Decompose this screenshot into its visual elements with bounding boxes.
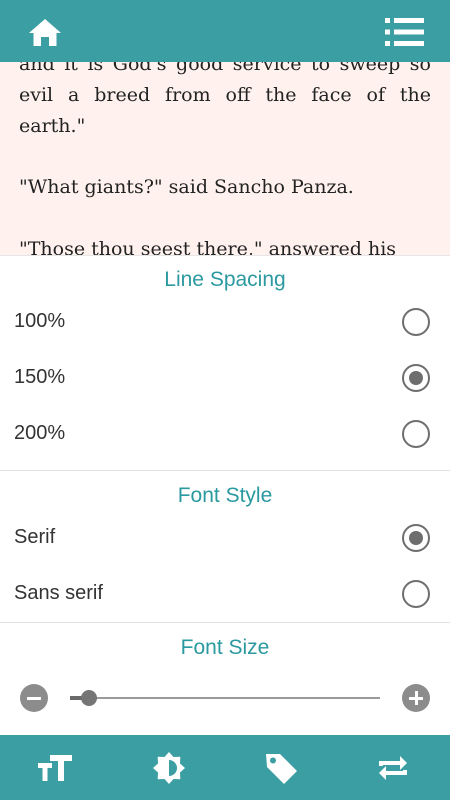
decrease-font-button[interactable] [20, 684, 48, 712]
top-app-bar [0, 0, 450, 62]
option-label: 100% [14, 310, 66, 332]
option-label: Sans serif [14, 582, 103, 604]
divider [0, 622, 450, 623]
home-button[interactable] [24, 14, 66, 50]
line-spacing-title: Line Spacing [164, 268, 286, 291]
radio-button[interactable] [402, 580, 430, 608]
increase-font-button[interactable] [402, 684, 430, 712]
font-style-option-serif[interactable]: Serif [0, 510, 450, 566]
minus-circle-icon [27, 696, 41, 700]
reader-text-area[interactable]: and it is God's good service to sweep so… [0, 62, 450, 255]
font-size-title: Font Size [180, 636, 270, 659]
radio-button-selected[interactable] [402, 364, 430, 392]
font-style-option-sans-serif[interactable]: Sans serif [0, 566, 450, 622]
menu-button[interactable] [382, 14, 428, 50]
line-spacing-option-150[interactable]: 150% [0, 350, 450, 406]
tag-icon [266, 754, 297, 784]
option-label: 150% [14, 366, 66, 388]
reading-settings-panel: Line Spacing 100% 150% 200% Font Style S… [0, 255, 450, 735]
text-size-button[interactable] [36, 749, 76, 787]
slider-thumb[interactable] [80, 690, 97, 706]
reader-paragraph: and it is God's good service to sweep so… [19, 62, 431, 137]
font-size-slider[interactable] [70, 690, 380, 706]
tag-button[interactable] [261, 749, 301, 787]
option-label: 200% [14, 422, 66, 444]
repeat-icon [379, 756, 407, 780]
radio-button-selected[interactable] [402, 524, 430, 552]
brightness-button[interactable] [149, 749, 189, 787]
radio-button[interactable] [402, 420, 430, 448]
bottom-toolbar [0, 735, 450, 800]
home-icon [29, 19, 61, 46]
brightness-icon [153, 752, 185, 784]
repeat-button[interactable] [373, 749, 413, 787]
reader-paragraph: "What giants?" said Sancho Panza. [19, 176, 354, 198]
font-style-title: Font Style [177, 484, 273, 507]
plus-circle-icon-vertical [414, 691, 418, 705]
line-spacing-option-100[interactable]: 100% [0, 294, 450, 350]
text-size-icon [38, 755, 72, 781]
radio-button[interactable] [402, 308, 430, 336]
reader-paragraph: "Those thou seest there," answered his [19, 238, 397, 255]
list-menu-icon [385, 18, 424, 46]
line-spacing-option-200[interactable]: 200% [0, 406, 450, 462]
option-label: Serif [14, 526, 56, 548]
font-size-slider-row [0, 676, 450, 716]
divider [0, 470, 450, 471]
